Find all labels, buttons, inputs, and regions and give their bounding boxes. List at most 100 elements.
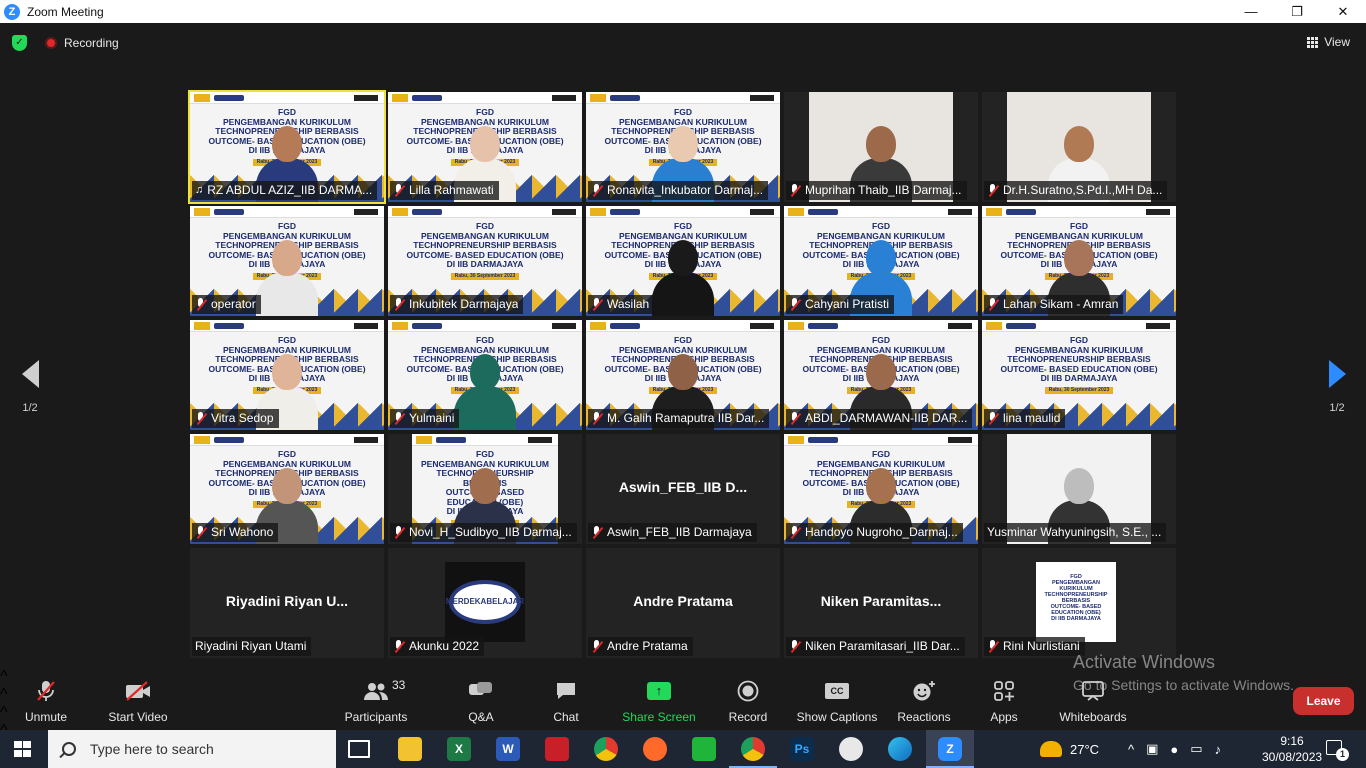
participant-tile[interactable]: FGD PENGEMBANGAN KURIKULUM TECHNOPRENEUR… bbox=[586, 206, 780, 316]
participant-tile[interactable]: FGD PENGEMBANGAN KURIKULUM TECHNOPRENEUR… bbox=[388, 92, 582, 202]
participant-tile[interactable]: FGD PENGEMBANGAN KURIKULUM TECHNOPRENEUR… bbox=[784, 206, 978, 316]
participant-tile[interactable]: FGD PENGEMBANGAN KURIKULUM TECHNOPRENEUR… bbox=[388, 434, 582, 544]
microphone-tray-icon[interactable]: ● bbox=[1170, 742, 1178, 757]
participant-tile[interactable]: FGD PENGEMBANGAN KURIKULUM TECHNOPRENEUR… bbox=[982, 206, 1176, 316]
volume-icon[interactable]: ♪ bbox=[1215, 742, 1222, 757]
reactions-button[interactable]: Reactions bbox=[895, 680, 953, 724]
clock-date: 30/08/2023 bbox=[1262, 750, 1323, 764]
record-dot-icon bbox=[45, 37, 57, 49]
maximize-button[interactable]: ❐ bbox=[1274, 0, 1320, 23]
photoshop-icon[interactable]: Ps bbox=[790, 737, 814, 761]
participant-tile[interactable]: FGD PENGEMBANGAN KURIKULUM TECHNOPRENEUR… bbox=[586, 92, 780, 202]
participant-tile[interactable]: FGD PENGEMBANGAN KURIKULUM TECHNOPRENEUR… bbox=[982, 548, 1176, 658]
minimize-button[interactable]: — bbox=[1228, 0, 1274, 23]
darmajaya-logo bbox=[808, 323, 838, 329]
snipping-tool-icon[interactable] bbox=[545, 737, 569, 761]
weather-sun-icon bbox=[1040, 741, 1062, 757]
participant-name: Yusminar Wahyuningsih, S.E., ... bbox=[987, 525, 1162, 539]
participant-tile[interactable]: FGD PENGEMBANGAN KURIKULUM TECHNOPRENEUR… bbox=[388, 320, 582, 430]
participant-tile[interactable]: Yusminar Wahyuningsih, S.E., ... bbox=[982, 434, 1176, 544]
participant-tile[interactable]: Aswin_FEB_IIB D... Aswin_FEB_IIB Darmaja… bbox=[586, 434, 780, 544]
inkubitek-logo bbox=[750, 95, 774, 101]
participant-tile[interactable]: FGD PENGEMBANGAN KURIKULUM TECHNOPRENEUR… bbox=[784, 320, 978, 430]
windows-start-icon[interactable] bbox=[14, 741, 31, 757]
unmute-button[interactable]: Unmute bbox=[20, 680, 72, 724]
record-button[interactable]: Record bbox=[728, 680, 768, 724]
qa-button[interactable]: Q&A bbox=[462, 680, 500, 724]
participant-name: Wasilah bbox=[607, 297, 650, 311]
recording-indicator[interactable]: Recording bbox=[45, 36, 119, 50]
participant-tile[interactable]: FGD PENGEMBANGAN KURIKULUM TECHNOPRENEUR… bbox=[784, 434, 978, 544]
meet-now-icon[interactable]: ▣ bbox=[1146, 741, 1158, 757]
participant-tile[interactable]: FGD PENGEMBANGAN KURIKULUM TECHNOPRENEUR… bbox=[388, 206, 582, 316]
participant-tile[interactable]: FGD PENGEMBANGAN KURIKULUM TECHNOPRENEUR… bbox=[982, 320, 1176, 430]
chrome-profile-icon[interactable] bbox=[729, 737, 777, 768]
chrome-icon[interactable] bbox=[594, 737, 618, 761]
next-page-button[interactable]: 1/2 bbox=[1322, 360, 1352, 414]
participant-tile[interactable]: FGD PENGEMBANGAN KURIKULUM TECHNOPRENEUR… bbox=[190, 206, 384, 316]
show-captions-button[interactable]: CC Show Captions bbox=[795, 680, 879, 724]
excel-icon[interactable]: X bbox=[447, 737, 471, 761]
partner-logo bbox=[194, 436, 210, 444]
task-view-icon[interactable] bbox=[348, 740, 370, 758]
leave-button[interactable]: Leave bbox=[1293, 687, 1354, 715]
participant-tile[interactable]: FGD PENGEMBANGAN KURIKULUM TECHNOPRENEUR… bbox=[190, 320, 384, 430]
share-screen-button[interactable]: ↑ Share Screen bbox=[622, 680, 696, 724]
participants-button[interactable]: Participants 33 bbox=[342, 678, 410, 724]
temperature: 27°C bbox=[1070, 741, 1100, 757]
partner-logo bbox=[416, 436, 432, 444]
firefox-icon[interactable] bbox=[643, 737, 667, 761]
previous-page-button[interactable]: 1/2 bbox=[15, 360, 45, 414]
inkubitek-logo bbox=[552, 323, 576, 329]
partner-logo bbox=[788, 322, 804, 330]
reactions-label: Reactions bbox=[897, 710, 951, 724]
participant-tile[interactable]: Niken Paramitas... Niken Paramitasari_II… bbox=[784, 548, 978, 658]
word-icon[interactable]: W bbox=[496, 737, 520, 761]
apps-button[interactable]: Apps bbox=[986, 680, 1022, 724]
file-explorer-icon[interactable] bbox=[398, 737, 422, 761]
start-video-button[interactable]: Start Video bbox=[104, 680, 172, 724]
participant-name: Lahan Sikam - Amran bbox=[1003, 297, 1119, 311]
tray-chevron-icon[interactable]: ^ bbox=[1128, 742, 1134, 757]
participants-label: Participants bbox=[344, 710, 408, 724]
partner-logo bbox=[986, 208, 1002, 216]
participant-tile[interactable]: FGD PENGEMBANGAN KURIKULUM TECHNOPRENEUR… bbox=[188, 90, 386, 204]
edge-icon[interactable] bbox=[888, 737, 912, 761]
muted-mic-icon bbox=[591, 526, 603, 539]
view-button[interactable]: View bbox=[1307, 35, 1350, 49]
participants-count: 33 bbox=[392, 678, 406, 692]
close-button[interactable]: ✕ bbox=[1320, 0, 1366, 23]
network-icon[interactable]: ▭ bbox=[1190, 741, 1202, 757]
page-indicator-left: 1/2 bbox=[22, 402, 38, 414]
participant-tile[interactable]: Muprihan Thaib_IIB Darmaj... bbox=[784, 92, 978, 202]
participant-name: Novi_H_Sudibyo_IIB Darmaj... bbox=[409, 525, 572, 539]
zoom-taskbar-icon[interactable]: Z bbox=[926, 737, 974, 768]
participant-name-label: Lahan Sikam - Amran bbox=[984, 295, 1124, 314]
muted-mic-icon bbox=[393, 526, 405, 539]
participant-tile[interactable]: Riyadini Riyan U... Riyadini Riyan Utami bbox=[190, 548, 384, 658]
darmajaya-logo bbox=[808, 437, 838, 443]
green-app-icon[interactable] bbox=[692, 737, 716, 761]
participant-tile[interactable]: FGD PENGEMBANGAN KURIKULUM TECHNOPRENEUR… bbox=[190, 434, 384, 544]
participant-tile[interactable]: FGD PENGEMBANGAN KURIKULUM TECHNOPRENEUR… bbox=[586, 320, 780, 430]
search-icon bbox=[62, 742, 76, 756]
weather-widget[interactable]: 27°C bbox=[1040, 730, 1099, 768]
participant-name-label: Lilla Rahmawati bbox=[390, 181, 499, 200]
chat-button[interactable]: Chat bbox=[550, 680, 582, 724]
participant-name: Aswin_FEB_IIB Darmajaya bbox=[607, 525, 752, 539]
participant-tile[interactable]: Dr.H.Suratno,S.Pd.I.,MH Da... bbox=[982, 92, 1176, 202]
participant-name-label: Akunku 2022 bbox=[390, 637, 485, 656]
darmajaya-logo bbox=[412, 323, 442, 329]
taskbar-search-box[interactable]: Type here to search bbox=[48, 730, 336, 768]
muted-mic-icon bbox=[195, 526, 207, 539]
notification-center-icon[interactable]: 1 bbox=[1326, 740, 1349, 761]
whiteboards-button[interactable]: Whiteboards bbox=[1056, 680, 1130, 724]
muted-mic-icon bbox=[393, 298, 405, 311]
security-shield-icon[interactable]: ✓ bbox=[12, 35, 27, 51]
participant-tile[interactable]: Andre Pratama Andre Pratama bbox=[586, 548, 780, 658]
participant-tile[interactable]: MERDEKA BELAJAR Akunku 2022 bbox=[388, 548, 582, 658]
participant-name-label: Ronavita_Inkubator Darmaj... bbox=[588, 181, 769, 200]
whatsapp-icon[interactable] bbox=[839, 737, 863, 761]
taskbar-clock[interactable]: 9:16 30/08/2023 bbox=[1262, 733, 1322, 765]
participant-name-label: M. Galih Ramaputra IIB Dar... bbox=[588, 409, 770, 428]
